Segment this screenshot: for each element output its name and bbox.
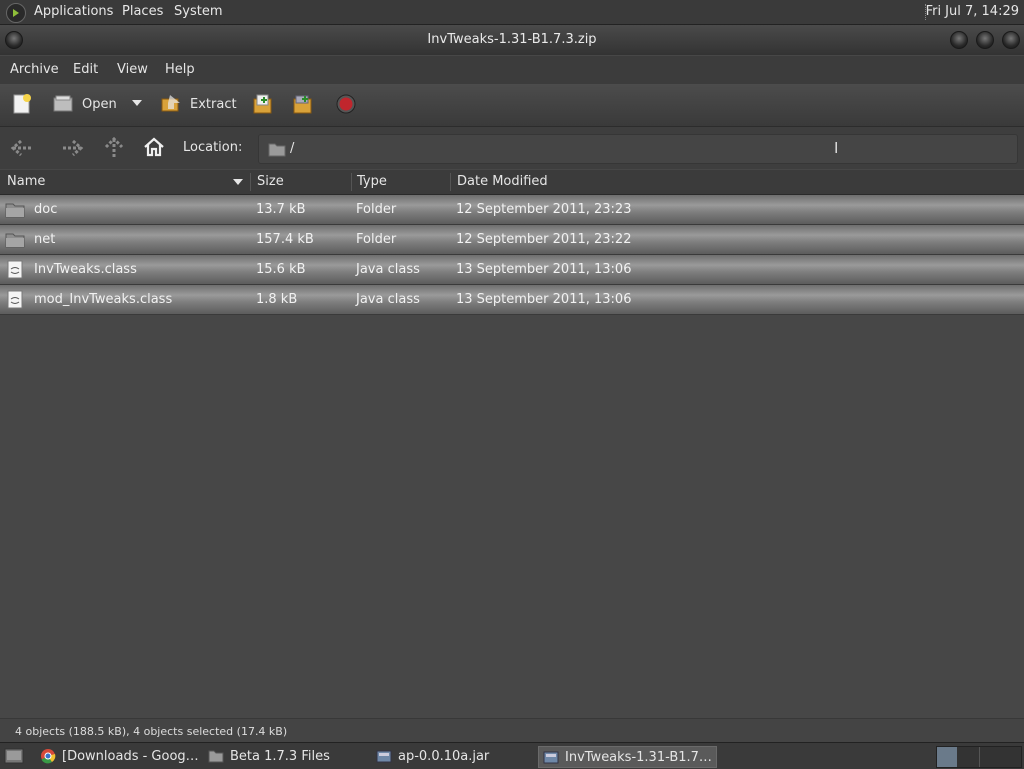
- menu-applications[interactable]: Applications: [34, 4, 113, 19]
- folder-icon: [208, 750, 224, 763]
- file-type: Java class: [356, 292, 420, 307]
- open-label: Open: [82, 96, 117, 112]
- menu-view[interactable]: View: [117, 62, 148, 77]
- menubar: Archive Edit View Help: [0, 56, 1024, 84]
- clock[interactable]: Fri Jul 7, 14:29: [926, 4, 1019, 19]
- file-name: InvTweaks.class: [34, 262, 137, 277]
- file-modified: 12 September 2011, 23:23: [456, 202, 632, 217]
- add-folder-button[interactable]: [292, 93, 314, 115]
- forward-arrow-icon: [63, 139, 84, 157]
- up-button[interactable]: [103, 136, 125, 164]
- taskbar-label: Beta 1.7.3 Files: [230, 748, 330, 764]
- file-name: doc: [34, 202, 58, 217]
- table-row[interactable]: mod_InvTweaks.class 1.8 kB Java class 13…: [0, 285, 1024, 315]
- file-size: 15.6 kB: [256, 262, 306, 277]
- location-label: Location:: [183, 140, 243, 155]
- maximize-button[interactable]: [976, 31, 994, 49]
- workspace-switcher[interactable]: [936, 746, 1022, 768]
- taskbar-item[interactable]: [Downloads - Goog…: [36, 746, 203, 766]
- column-date-modified[interactable]: Date Modified: [457, 174, 548, 189]
- status-text: 4 objects (188.5 kB), 4 objects selected…: [15, 725, 288, 738]
- location-field[interactable]: /: [258, 134, 1018, 164]
- archive-icon: [376, 750, 392, 763]
- file-name: net: [34, 232, 56, 247]
- gnome-foot-icon[interactable]: [6, 3, 26, 23]
- stop-icon: [335, 93, 357, 115]
- table-row[interactable]: net 157.4 kB Folder 12 September 2011, 2…: [0, 225, 1024, 255]
- home-icon: [144, 137, 164, 157]
- chevron-down-icon: [132, 100, 142, 106]
- file-type: Folder: [356, 232, 397, 247]
- taskbar-label: [Downloads - Goog…: [62, 748, 199, 764]
- file-type: Java class: [356, 262, 420, 277]
- open-button[interactable]: Open: [52, 93, 117, 115]
- close-button[interactable]: [1002, 31, 1020, 49]
- window-titlebar[interactable]: InvTweaks-1.31-B1.7.3.zip: [0, 25, 1024, 55]
- menu-edit[interactable]: Edit: [73, 62, 98, 77]
- file-modified: 13 September 2011, 13:06: [456, 292, 632, 307]
- menu-system[interactable]: System: [174, 4, 222, 19]
- java-file-icon: [6, 260, 24, 283]
- workspace-1[interactable]: [937, 747, 957, 767]
- home-button[interactable]: [143, 136, 165, 162]
- column-type[interactable]: Type: [357, 174, 387, 189]
- folder-icon: [268, 141, 286, 161]
- file-modified: 13 September 2011, 13:06: [456, 262, 632, 277]
- status-bar: 4 objects (188.5 kB), 4 objects selected…: [0, 718, 1024, 743]
- back-button[interactable]: [10, 137, 34, 163]
- stop-button[interactable]: [335, 93, 357, 115]
- extract-label: Extract: [190, 96, 237, 112]
- extract-icon: [160, 93, 182, 115]
- file-size: 13.7 kB: [256, 202, 306, 217]
- add-folder-icon: [292, 93, 314, 115]
- column-separator[interactable]: [351, 173, 352, 191]
- show-desktop-icon[interactable]: [4, 747, 24, 769]
- toolbar: Open Extract: [0, 84, 1024, 127]
- file-modified: 12 September 2011, 23:22: [456, 232, 632, 247]
- taskbar: [Downloads - Goog… Beta 1.7.3 Files ap-0…: [0, 742, 1024, 769]
- taskbar-item-active[interactable]: InvTweaks-1.31-B1.7…: [538, 746, 717, 768]
- top-panel: Applications Places System Fri Jul 7, 14…: [0, 0, 1024, 25]
- menu-help[interactable]: Help: [165, 62, 195, 77]
- taskbar-label: ap-0.0.10a.jar: [398, 748, 490, 764]
- column-size[interactable]: Size: [257, 174, 284, 189]
- menu-archive[interactable]: Archive: [10, 62, 59, 77]
- table-row[interactable]: doc 13.7 kB Folder 12 September 2011, 23…: [0, 195, 1024, 225]
- file-name: mod_InvTweaks.class: [34, 292, 173, 307]
- add-files-icon: [252, 93, 274, 115]
- forward-button[interactable]: [60, 137, 84, 163]
- file-size: 157.4 kB: [256, 232, 314, 247]
- extract-button[interactable]: Extract: [160, 93, 237, 115]
- text-cursor-icon: I: [834, 139, 839, 157]
- column-separator[interactable]: [450, 173, 451, 191]
- menu-places[interactable]: Places: [122, 4, 163, 19]
- archive-icon: [543, 751, 559, 764]
- chrome-icon: [41, 749, 56, 764]
- column-separator[interactable]: [250, 173, 251, 191]
- table-row[interactable]: InvTweaks.class 15.6 kB Java class 13 Se…: [0, 255, 1024, 285]
- java-file-icon: [6, 290, 24, 313]
- up-arrow-icon: [104, 136, 124, 157]
- new-archive-button[interactable]: [11, 93, 33, 115]
- column-name[interactable]: Name: [7, 174, 45, 189]
- open-dropdown-button[interactable]: [131, 98, 143, 108]
- taskbar-item[interactable]: ap-0.0.10a.jar: [372, 746, 493, 766]
- location-bar: Location: / I: [0, 127, 1024, 169]
- minimize-button[interactable]: [950, 31, 968, 49]
- taskbar-item[interactable]: Beta 1.7.3 Files: [204, 746, 334, 766]
- open-archive-icon: [52, 93, 74, 115]
- new-document-icon: [11, 93, 33, 115]
- location-path: /: [290, 141, 295, 156]
- file-type: Folder: [356, 202, 397, 217]
- workspace-divider: [979, 747, 980, 767]
- back-arrow-icon: [10, 139, 31, 157]
- sort-descending-icon: [233, 179, 243, 185]
- folder-icon: [5, 231, 25, 252]
- taskbar-label: InvTweaks-1.31-B1.7…: [565, 749, 712, 765]
- folder-icon: [5, 201, 25, 222]
- file-size: 1.8 kB: [256, 292, 298, 307]
- file-list-header: Name Size Type Date Modified: [0, 170, 1024, 195]
- add-files-button[interactable]: [252, 93, 274, 115]
- window-title: InvTweaks-1.31-B1.7.3.zip: [427, 32, 597, 47]
